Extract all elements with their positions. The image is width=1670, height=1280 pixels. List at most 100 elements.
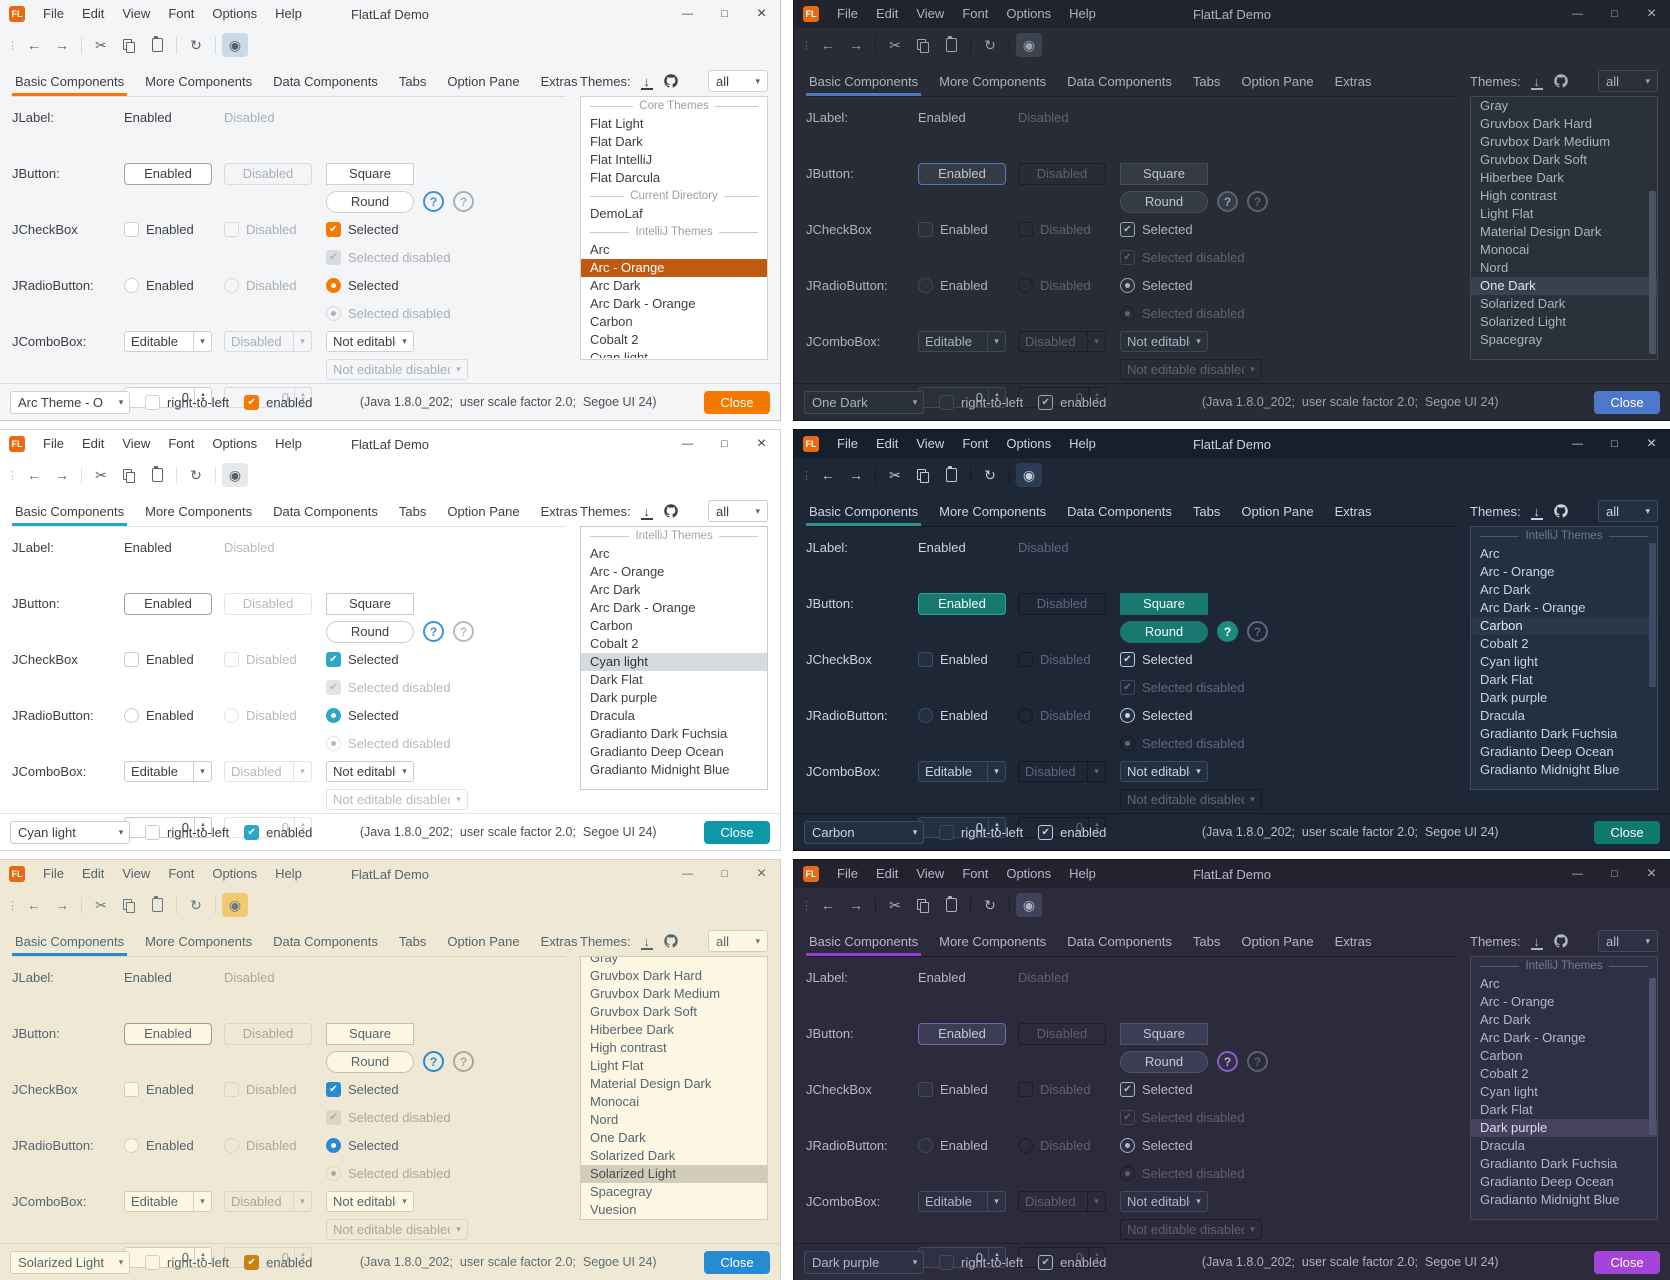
download-icon[interactable]: ↓ (640, 504, 654, 519)
theme-list-item-arc[interactable]: Arc (1471, 545, 1657, 563)
minimize-button[interactable]: — (1559, 0, 1596, 28)
tab-data-components[interactable]: Data Components (270, 926, 381, 956)
theme-list-item-dark-purple[interactable]: Dark purple (581, 689, 767, 707)
jbutton-round[interactable]: Round (326, 1051, 414, 1073)
enabled-checkbox[interactable]: ✔ enabled (1038, 1255, 1106, 1270)
theme-list-item-cobalt-2[interactable]: Cobalt 2 (581, 635, 767, 653)
tab-basic-components[interactable]: Basic Components (806, 66, 921, 96)
maximize-button[interactable]: □ (706, 860, 743, 888)
scrollbar-thumb[interactable] (1649, 543, 1656, 687)
theme-list-item-flat-intellij[interactable]: Flat IntelliJ (581, 151, 767, 169)
enabled-checkbox[interactable]: ✔ enabled (244, 1255, 312, 1270)
theme-list-item-nord[interactable]: Nord (1471, 259, 1657, 277)
tab-option-pane[interactable]: Option Pane (444, 926, 522, 956)
theme-filter-dropdown[interactable]: all ▾ (1598, 500, 1658, 522)
close-window-button[interactable]: × (1633, 0, 1670, 28)
theme-list-item-hiberbee-dark[interactable]: Hiberbee Dark (1471, 169, 1657, 187)
enabled-checkbox[interactable]: ✔ enabled (1038, 395, 1106, 410)
copy-icon[interactable] (116, 893, 142, 917)
tab-basic-components[interactable]: Basic Components (12, 496, 127, 526)
github-icon[interactable] (1553, 73, 1569, 89)
theme-list-item-arc-orange[interactable]: Arc - Orange (581, 563, 767, 581)
help-button[interactable]: ? (1217, 191, 1238, 212)
menu-options[interactable]: Options (203, 0, 266, 28)
download-icon[interactable]: ↓ (1530, 74, 1544, 89)
forward-icon[interactable]: → (49, 893, 75, 917)
maximize-button[interactable]: □ (706, 430, 743, 458)
jbutton-square[interactable]: Square (326, 163, 414, 185)
checkbox-enabled[interactable]: Enabled (918, 219, 1018, 240)
menu-options[interactable]: Options (203, 430, 266, 458)
theme-list-item-nord[interactable]: Nord (581, 1111, 767, 1129)
refresh-icon[interactable]: ↻ (183, 893, 209, 917)
refresh-icon[interactable]: ↻ (183, 33, 209, 57)
cut-icon[interactable]: ✂ (882, 33, 908, 57)
paste-icon[interactable] (938, 33, 964, 57)
help-button[interactable]: ? (1217, 1051, 1238, 1072)
back-icon[interactable]: ← (815, 33, 841, 57)
jcombobox-not-editable[interactable]: Not editable▾ (326, 1191, 414, 1212)
toolbar-drag-handle-icon[interactable]: ⋮ (7, 899, 18, 912)
theme-list-item-gruvbox-dark-soft[interactable]: Gruvbox Dark Soft (581, 1003, 767, 1021)
radio-selected[interactable]: Selected (1120, 275, 1224, 296)
radio-selected[interactable]: Selected (326, 1135, 430, 1156)
jbutton-square[interactable]: Square (326, 1023, 414, 1045)
tab-more-components[interactable]: More Components (936, 66, 1049, 96)
toolbar-drag-handle-icon[interactable]: ⋮ (7, 469, 18, 482)
cut-icon[interactable]: ✂ (882, 463, 908, 487)
download-icon[interactable]: ↓ (640, 74, 654, 89)
theme-list-item-cyan-light[interactable]: Cyan light (581, 349, 767, 358)
close-button[interactable]: Close (1594, 391, 1660, 414)
theme-list-item-gradianto-midnight-blue[interactable]: Gradianto Midnight Blue (1471, 761, 1657, 779)
tab-tabs[interactable]: Tabs (396, 496, 429, 526)
menu-font[interactable]: Font (953, 0, 997, 28)
tab-basic-components[interactable]: Basic Components (12, 926, 127, 956)
checkbox-selected[interactable]: ✔Selected (1120, 219, 1224, 240)
menu-edit[interactable]: Edit (73, 430, 113, 458)
back-icon[interactable]: ← (815, 463, 841, 487)
theme-list-item-cobalt-2[interactable]: Cobalt 2 (1471, 1065, 1657, 1083)
show-hints-icon[interactable]: ◉ (222, 33, 248, 57)
close-button[interactable]: Close (1594, 821, 1660, 844)
theme-list-item-arc-dark[interactable]: Arc Dark (581, 277, 767, 295)
back-icon[interactable]: ← (21, 893, 47, 917)
theme-list-item-gradianto-midnight-blue[interactable]: Gradianto Midnight Blue (1471, 1191, 1657, 1209)
menu-file[interactable]: File (828, 860, 867, 888)
menu-options[interactable]: Options (997, 430, 1060, 458)
theme-list-item-solarized-light[interactable]: Solarized Light (1471, 313, 1657, 331)
forward-icon[interactable]: → (843, 893, 869, 917)
jbutton-round[interactable]: Round (326, 621, 414, 643)
close-window-button[interactable]: × (1633, 860, 1670, 888)
jbutton-round[interactable]: Round (1120, 621, 1208, 643)
jcombobox-editable[interactable]: Editable▾ (124, 761, 212, 782)
tab-extras[interactable]: Extras (538, 66, 581, 96)
radio-selected[interactable]: Selected (326, 275, 430, 296)
close-button[interactable]: Close (704, 391, 770, 414)
jcombobox-not-editable[interactable]: Not editable▾ (1120, 1191, 1208, 1212)
checkbox-enabled[interactable]: Enabled (124, 649, 224, 670)
tab-option-pane[interactable]: Option Pane (1238, 66, 1316, 96)
theme-list-item-dracula[interactable]: Dracula (581, 707, 767, 725)
jcombobox-editable[interactable]: Editable▾ (918, 1191, 1006, 1212)
theme-filter-dropdown[interactable]: all ▾ (708, 500, 768, 522)
tab-extras[interactable]: Extras (1332, 926, 1375, 956)
copy-icon[interactable] (116, 33, 142, 57)
menu-font[interactable]: Font (159, 860, 203, 888)
menu-help[interactable]: Help (1060, 860, 1105, 888)
theme-list-item-arc[interactable]: Arc (581, 241, 767, 259)
menu-options[interactable]: Options (997, 860, 1060, 888)
jbutton-enabled[interactable]: Enabled (124, 1023, 212, 1045)
radio-enabled[interactable]: Enabled (124, 1135, 224, 1156)
close-window-button[interactable]: × (743, 860, 780, 888)
theme-list-item-material-design-dark[interactable]: Material Design Dark (1471, 223, 1657, 241)
right-to-left-checkbox[interactable]: right-to-left (145, 1255, 229, 1270)
menu-help[interactable]: Help (1060, 0, 1105, 28)
theme-list-item-arc-dark[interactable]: Arc Dark (581, 581, 767, 599)
radio-enabled[interactable]: Enabled (918, 705, 1018, 726)
maximize-button[interactable]: □ (1596, 860, 1633, 888)
theme-list-item-flat-darcula[interactable]: Flat Darcula (581, 169, 767, 187)
jbutton-square[interactable]: Square (1120, 593, 1208, 615)
menu-font[interactable]: Font (159, 0, 203, 28)
paste-icon[interactable] (144, 463, 170, 487)
jbutton-enabled[interactable]: Enabled (918, 163, 1006, 185)
